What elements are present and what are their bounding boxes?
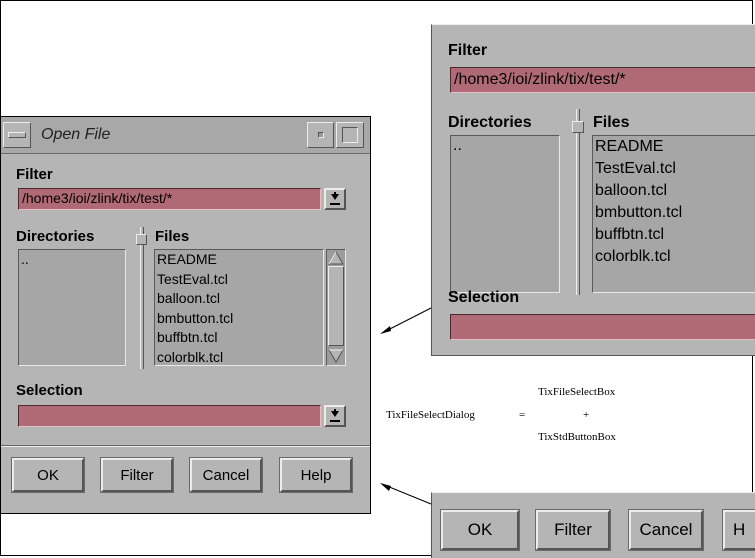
- list-item[interactable]: bmbutton.tcl: [593, 202, 755, 224]
- selection-label: Selection: [16, 382, 83, 399]
- cancel-button[interactable]: Cancel: [190, 458, 262, 492]
- selection-combo-arrow-icon[interactable]: [324, 405, 346, 427]
- list-item[interactable]: ..: [451, 136, 559, 156]
- pane-sash-handle[interactable]: [136, 234, 147, 245]
- zoom-files-list[interactable]: README TestEval.tcl balloon.tcl bmbutton…: [592, 135, 755, 293]
- zoom-cancel-button-frame: Cancel: [628, 509, 704, 551]
- list-item[interactable]: ..: [19, 250, 125, 270]
- list-item[interactable]: README: [155, 250, 323, 270]
- open-file-window: Open File Filter /home3/ioi/zlink/tix/te…: [0, 116, 371, 514]
- list-item[interactable]: balloon.tcl: [593, 180, 755, 202]
- filter-button[interactable]: Filter: [101, 458, 173, 492]
- zoom-filter-entry[interactable]: /home3/ioi/zlink/tix/test/*: [450, 67, 755, 93]
- list-item[interactable]: TestEval.tcl: [593, 158, 755, 180]
- list-item[interactable]: balloon.tcl: [155, 289, 323, 309]
- zoom-cancel-button[interactable]: Cancel: [629, 510, 703, 550]
- equation-lhs: TixFileSelectDialog: [386, 409, 475, 421]
- zoom-pane-separator[interactable]: [576, 109, 580, 295]
- selection-entry[interactable]: [18, 405, 321, 427]
- list-item[interactable]: buffbtn.tcl: [593, 224, 755, 246]
- pane-separator[interactable]: [140, 227, 144, 369]
- zoom-filter-button[interactable]: Filter: [536, 510, 610, 550]
- zoom-help-button-frame: H: [722, 509, 755, 551]
- ok-button-frame: OK: [11, 457, 85, 493]
- window-menu-icon[interactable]: [3, 122, 31, 148]
- maximize-icon[interactable]: [336, 122, 364, 148]
- directories-list[interactable]: ..: [18, 249, 126, 366]
- files-scrollbar[interactable]: [326, 249, 346, 366]
- help-button[interactable]: Help: [280, 458, 352, 492]
- zoom-help-button[interactable]: H: [723, 510, 755, 550]
- equation-bottom: TixStdButtonBox: [538, 431, 616, 443]
- button-box-divider: [1, 445, 370, 447]
- zoom-directories-list[interactable]: ..: [450, 135, 560, 293]
- files-label: Files: [155, 228, 190, 245]
- zoom-ok-button[interactable]: OK: [441, 510, 519, 550]
- list-item[interactable]: buffbtn.tcl: [155, 328, 323, 348]
- scroll-thumb[interactable]: [328, 266, 344, 346]
- window-title: Open File: [41, 126, 111, 143]
- cancel-button-frame: Cancel: [189, 457, 263, 493]
- list-item[interactable]: TestEval.tcl: [155, 270, 323, 290]
- filter-label: Filter: [16, 166, 53, 183]
- ok-button[interactable]: OK: [12, 458, 84, 492]
- zoom-directories-label: Directories: [448, 114, 532, 131]
- help-button-frame: Help: [279, 457, 353, 493]
- list-item[interactable]: colorblk.tcl: [593, 246, 755, 268]
- pointer-arrow-icon: [380, 307, 432, 334]
- zoom-files-label: Files: [593, 114, 630, 131]
- equation-top: TixFileSelectBox: [538, 386, 616, 398]
- zoom-selection-entry[interactable]: [450, 314, 755, 340]
- list-item[interactable]: README: [593, 136, 755, 158]
- equation-plus: +: [583, 409, 590, 421]
- title-bar[interactable]: Open File: [1, 117, 370, 154]
- zoom-ok-button-frame: OK: [440, 509, 520, 551]
- minimize-icon[interactable]: [307, 122, 334, 148]
- zoom-fileselectbox-panel: Filter /home3/ioi/zlink/tix/test/* Direc…: [431, 24, 755, 356]
- equation-equals: =: [519, 409, 526, 421]
- zoom-filter-button-frame: Filter: [535, 509, 611, 551]
- zoom-selection-label: Selection: [448, 289, 520, 306]
- zoom-buttonbox-panel: OK Filter Cancel H: [431, 492, 755, 558]
- scroll-down-icon[interactable]: [328, 349, 344, 363]
- filter-button-frame: Filter: [100, 457, 174, 493]
- filter-combo-arrow-icon[interactable]: [324, 188, 346, 210]
- files-list[interactable]: README TestEval.tcl balloon.tcl bmbutton…: [154, 249, 324, 366]
- zoom-pane-sash-handle[interactable]: [572, 121, 584, 133]
- filter-entry[interactable]: /home3/ioi/zlink/tix/test/*: [18, 188, 321, 210]
- directories-label: Directories: [16, 228, 95, 245]
- zoom-filter-label: Filter: [448, 42, 488, 59]
- scroll-up-icon[interactable]: [328, 251, 344, 265]
- list-item[interactable]: colorblk.tcl: [155, 348, 323, 366]
- list-item[interactable]: bmbutton.tcl: [155, 309, 323, 329]
- pointer-arrow-icon: [380, 483, 432, 505]
